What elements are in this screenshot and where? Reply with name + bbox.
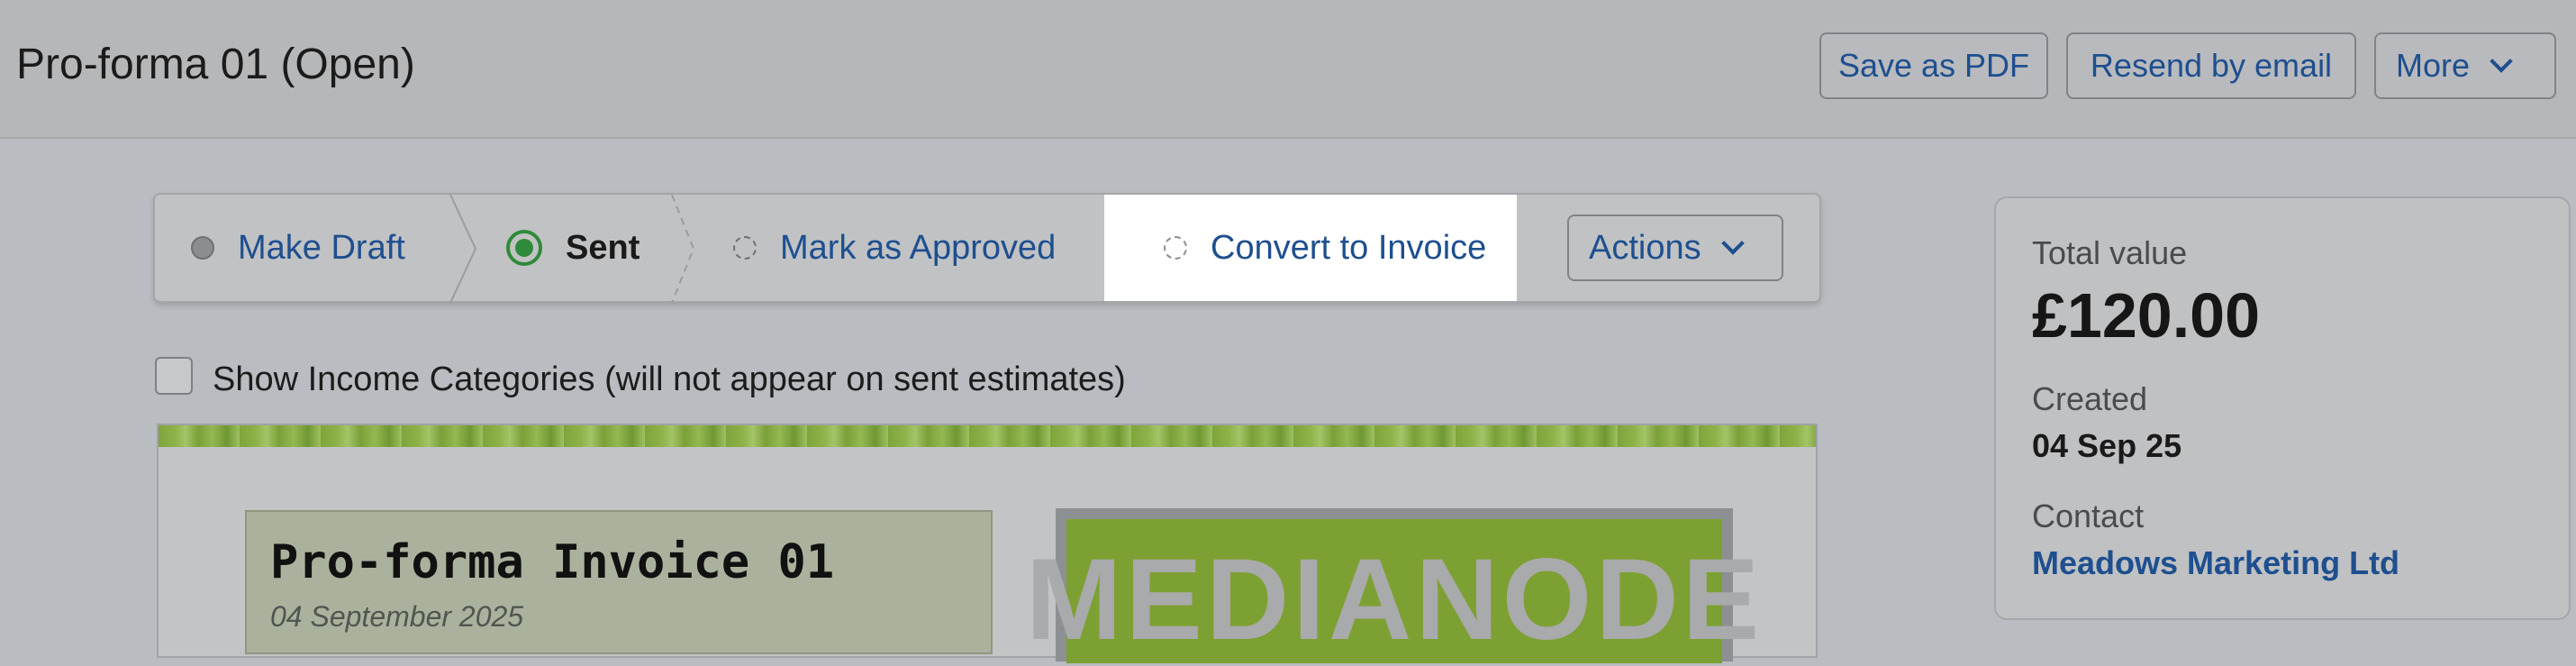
logo-text: MEDIANODE xyxy=(1025,534,1764,664)
step-make-draft-label: Make Draft xyxy=(238,228,405,267)
step-pending-radio-icon xyxy=(733,236,757,260)
step-convert-to-invoice-label: Convert to Invoice xyxy=(1211,228,1487,267)
created-value: 04 Sep 25 xyxy=(2032,427,2182,464)
show-income-categories-checkbox[interactable] xyxy=(155,357,193,395)
show-income-categories-label[interactable]: Show Income Categories (will not appear … xyxy=(213,360,1126,399)
decorative-header-band xyxy=(159,425,1816,447)
logo-background: MEDIANODE xyxy=(1026,519,1759,664)
save-as-pdf-button[interactable]: Save as PDF xyxy=(1819,32,2048,99)
step-pending-radio-icon xyxy=(1164,236,1187,260)
resend-by-email-label: Resend by email xyxy=(2090,47,2333,84)
summary-panel: Total value £120.00 Created 04 Sep 25 Co… xyxy=(1994,196,2571,620)
invoice-date: 04 September 2025 xyxy=(270,600,524,633)
step-sent: Sent xyxy=(506,195,639,301)
step-make-draft[interactable]: Make Draft xyxy=(191,195,405,301)
contact-label: Contact xyxy=(2032,497,2145,534)
page-header: Pro-forma 01 (Open) Save as PDF Resend b… xyxy=(0,0,2576,139)
actions-dropdown-button[interactable]: Actions xyxy=(1567,214,1783,281)
chevron-down-icon xyxy=(1720,232,1745,255)
invoice-title: Pro-forma Invoice 01 xyxy=(270,535,835,589)
actions-label: Actions xyxy=(1589,228,1701,267)
step-done-radio-icon xyxy=(191,236,214,260)
more-label: More xyxy=(2396,47,2471,84)
step-mark-as-approved[interactable]: Mark as Approved xyxy=(733,195,1056,301)
invoice-preview: Pro-forma Invoice 01 04 September 2025 M… xyxy=(157,424,1818,664)
chevron-down-icon xyxy=(2490,50,2513,73)
step-convert-to-invoice[interactable]: Convert to Invoice xyxy=(1104,195,1517,301)
total-value-label: Total value xyxy=(2032,234,2188,271)
page-title: Pro-forma 01 (Open) xyxy=(16,41,415,88)
created-label: Created xyxy=(2032,380,2148,417)
invoice-title-box: Pro-forma Invoice 01 04 September 2025 xyxy=(245,510,993,654)
step-current-radio-icon xyxy=(506,230,542,266)
contact-link[interactable]: Meadows Marketing Ltd xyxy=(2032,544,2399,582)
resend-by-email-button[interactable]: Resend by email xyxy=(2066,32,2356,99)
step-sent-label: Sent xyxy=(566,228,640,267)
total-value: £120.00 xyxy=(2032,280,2261,351)
step-mark-as-approved-label: Mark as Approved xyxy=(780,228,1057,267)
save-as-pdf-label: Save as PDF xyxy=(1837,47,2030,84)
more-dropdown-button[interactable]: More xyxy=(2374,32,2556,99)
company-logo: MEDIANODE xyxy=(1026,508,1759,664)
